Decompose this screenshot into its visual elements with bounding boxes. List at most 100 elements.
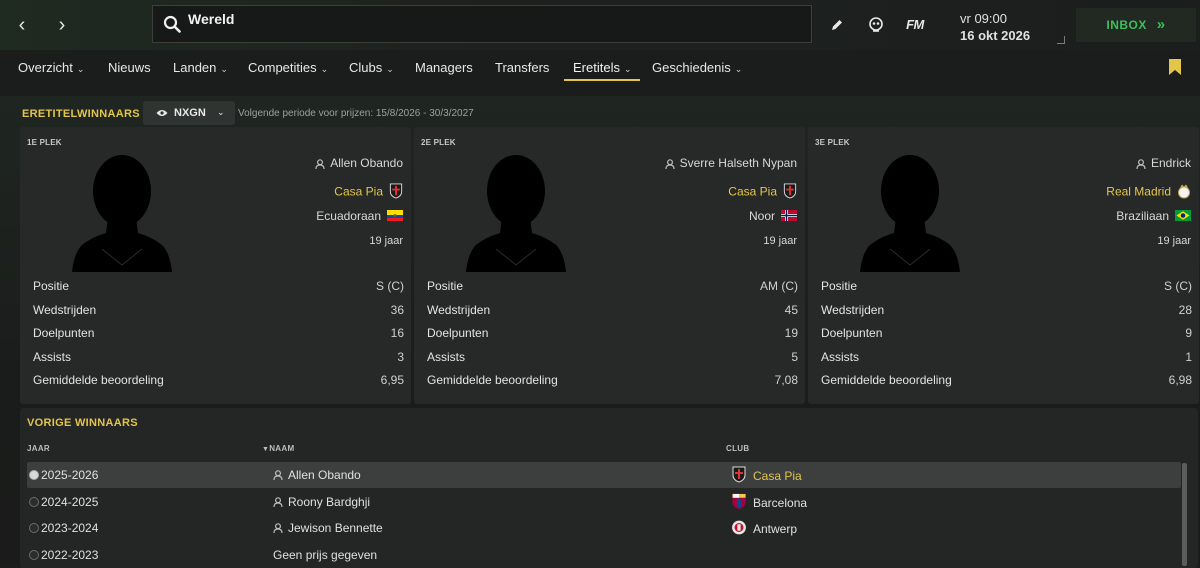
menu-label: Transfers	[495, 60, 550, 75]
player-silhouette-icon	[466, 155, 566, 272]
stat-label: Gemiddelde beoordeling	[821, 373, 952, 387]
row-player-link[interactable]: Roony Bardghji	[273, 495, 370, 509]
menu-label: Competities	[248, 60, 317, 75]
row-radio[interactable]	[29, 470, 39, 480]
forward-arrow-icon[interactable]: ›	[52, 14, 72, 36]
row-club-name: Barcelona	[753, 495, 808, 510]
row-club-link[interactable]: Antwerp	[731, 519, 797, 539]
flag-icon	[1175, 209, 1191, 224]
club-crest-icon	[783, 183, 797, 202]
stat-value: 1	[1185, 349, 1192, 364]
table-row[interactable]: 2023-2024 Jewison Bennette Antwerp	[27, 515, 1181, 541]
row-club-name: Casa Pia	[753, 469, 802, 483]
person-icon	[665, 156, 680, 170]
table-row[interactable]: 2022-2023 Geen prijs gegeven	[27, 542, 1181, 568]
stat-value: 16	[390, 326, 404, 340]
stat-row-wedstrijden: Wedstrijden 45	[418, 297, 801, 321]
column-header-name-label: NAAM	[269, 444, 295, 453]
row-no-award-text: Geen prijs gegeven	[273, 547, 378, 562]
stat-row-beoordeling: Gemiddelde beoordeling 6,98	[812, 367, 1195, 391]
club-name: Casa Pia	[728, 184, 777, 199]
inbox-button[interactable]: INBOX »	[1076, 8, 1196, 42]
row-radio[interactable]	[29, 549, 39, 560]
menu-label: Nieuws	[108, 60, 151, 75]
stat-row-assists: Assists 1	[812, 344, 1195, 368]
menu-item-clubs[interactable]: Clubs ⌄	[349, 60, 394, 75]
stat-value: 7,08	[774, 373, 798, 387]
row-year: 2022-2023	[41, 547, 99, 562]
bookmark-icon[interactable]	[1168, 58, 1182, 76]
social-icon[interactable]	[865, 14, 887, 36]
game-clock[interactable]: vr 09:00 16 okt 2026	[960, 11, 1030, 43]
menu-item-nieuws[interactable]: Nieuws	[108, 60, 151, 75]
chevron-down-icon: ⌄	[734, 64, 743, 74]
stat-label: Gemiddelde beoordeling	[33, 373, 164, 387]
menu-item-transfers[interactable]: Transfers	[495, 60, 549, 75]
menu-label: Overzicht	[18, 60, 73, 75]
player-name-link[interactable]: Endrick	[1136, 156, 1191, 170]
active-tab-underline	[564, 79, 640, 81]
winner-card-1: 1E PLEK Allen Obando Casa Pia Ecuadoraan 19 …	[20, 127, 411, 404]
club-link[interactable]: Casa Pia	[334, 183, 403, 202]
stat-value: 6,98	[1168, 373, 1192, 387]
menu-item-geschiedenis[interactable]: Geschiedenis ⌄	[652, 60, 742, 75]
menu-label: Landen	[173, 60, 217, 75]
row-club-link[interactable]: Casa Pia	[731, 466, 802, 486]
stat-label: Positie	[427, 279, 464, 293]
stat-value: 45	[784, 302, 798, 317]
menu-item-competities[interactable]: Competities ⌄	[248, 60, 328, 75]
chevron-down-icon: ⌄	[217, 107, 225, 117]
club-crest-icon	[731, 493, 747, 513]
row-radio[interactable]	[29, 523, 39, 533]
player-name-link[interactable]: Sverre Halseth Nypan	[665, 156, 797, 170]
menu-label: Managers	[415, 60, 473, 75]
row-year: 2023-2024	[41, 521, 99, 535]
club-link[interactable]: Real Madrid	[1106, 183, 1191, 202]
nationality-link[interactable]: Ecuadoraan	[316, 209, 403, 224]
stat-value: 9	[1185, 326, 1192, 340]
search-bar[interactable]: Wereld	[152, 5, 812, 43]
player-name-link[interactable]: Allen Obando	[315, 156, 403, 170]
stat-label: Positie	[821, 279, 858, 293]
pencil-icon[interactable]	[826, 14, 848, 36]
club-link[interactable]: Casa Pia	[728, 183, 797, 202]
eye-icon	[156, 110, 168, 116]
club-crest-icon	[731, 466, 747, 486]
player-name: Endrick	[1150, 156, 1191, 170]
awards-title: ERETITELWINNAARS	[22, 108, 140, 120]
card-place-label: 2E PLEK	[421, 138, 456, 147]
award-filter-dropdown[interactable]: NXGN ⌄	[143, 101, 235, 125]
stat-label: Wedstrijden	[33, 302, 97, 317]
row-year: 2025-2026	[41, 468, 99, 482]
player-stats: Positie S (C) Wedstrijden 36 Doelpunten 16 Ass…	[24, 273, 407, 391]
stat-label: Assists	[821, 349, 860, 364]
menu-item-overzicht[interactable]: Overzicht ⌄	[18, 60, 84, 75]
column-header-year[interactable]: JAAR	[27, 444, 50, 453]
menu-item-eretitels[interactable]: Eretitels ⌄	[573, 60, 632, 75]
table-row[interactable]: 2025-2026 Allen Obando Casa Pia	[27, 462, 1181, 488]
search-input-value[interactable]: Wereld	[188, 11, 234, 27]
scrollbar[interactable]	[1182, 463, 1187, 566]
menu-item-managers[interactable]: Managers	[415, 60, 473, 75]
stat-value: 3	[397, 349, 404, 364]
back-arrow-icon[interactable]: ‹	[12, 14, 32, 36]
chevron-down-icon: ⌄	[76, 64, 85, 74]
menu-item-landen[interactable]: Landen ⌄	[173, 60, 228, 75]
row-player-link[interactable]: Jewison Bennette	[273, 521, 383, 535]
chevron-down-icon: ⌄	[320, 64, 329, 74]
fm-logo[interactable]: FM	[902, 14, 928, 36]
row-club-link[interactable]: Barcelona	[731, 493, 807, 513]
column-header-club[interactable]: CLUB	[726, 444, 749, 453]
column-header-name[interactable]: ▼NAAM	[262, 444, 294, 453]
table-row[interactable]: 2024-2025 Roony Bardghji Barcelona	[27, 489, 1181, 515]
stat-value: AM (C)	[760, 279, 798, 293]
award-period-text: Volgende periode voor prijzen: 15/8/2026…	[238, 108, 474, 119]
row-player-link[interactable]: Allen Obando	[273, 468, 361, 482]
inbox-label: INBOX	[1106, 18, 1147, 32]
stat-label: Assists	[427, 349, 466, 364]
row-radio[interactable]	[29, 496, 39, 507]
stat-label: Assists	[33, 349, 72, 364]
nationality-link[interactable]: Braziliaan	[1116, 209, 1191, 224]
stat-row-assists: Assists 3	[24, 344, 407, 368]
nationality-link[interactable]: Noor	[749, 209, 797, 224]
